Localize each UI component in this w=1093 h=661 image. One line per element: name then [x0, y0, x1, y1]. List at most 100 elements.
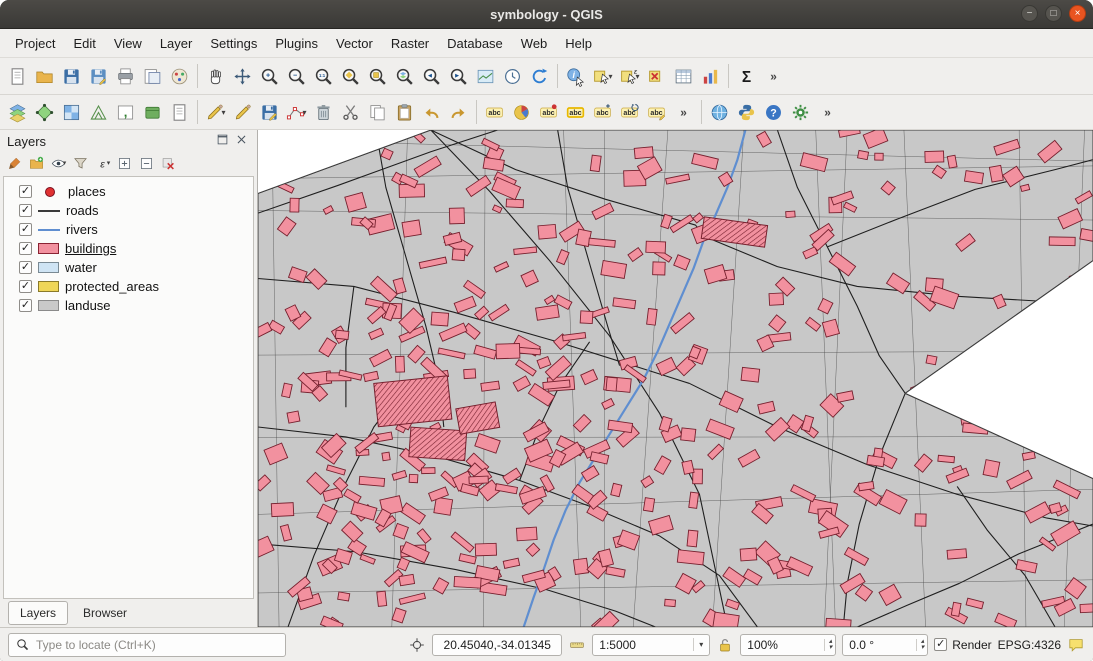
menu-web[interactable]: Web [512, 32, 557, 55]
layer-checkbox[interactable]: ✓ [19, 261, 32, 274]
help-contents-button[interactable]: ? [760, 99, 787, 126]
rotation-spinbox[interactable]: 0.0 ° ▴▾ [842, 634, 928, 656]
show-layout-manager-button[interactable] [139, 63, 166, 90]
spin-steppers[interactable]: ▴▾ [824, 639, 833, 651]
add-raster-layer-button[interactable] [58, 99, 85, 126]
layer-checkbox[interactable]: ✓ [19, 242, 32, 255]
select-features-button[interactable]: ▾ [589, 63, 616, 90]
coordinate-extent-toggle[interactable] [408, 636, 426, 654]
layer-item-places[interactable]: ✓places [4, 182, 253, 201]
toolbar-overflow-button[interactable]: » [760, 63, 787, 90]
chevron-down-icon[interactable]: ▾ [107, 159, 111, 167]
menu-settings[interactable]: Settings [201, 32, 266, 55]
zoom-in-button[interactable]: + [256, 63, 283, 90]
toolbar-overflow-3-button[interactable]: » [814, 99, 841, 126]
manage-map-themes-button[interactable]: ▾ [48, 153, 69, 173]
magnifier-spinbox[interactable]: 100% ▴▾ [740, 634, 836, 656]
undo-button[interactable] [418, 99, 445, 126]
redo-button[interactable] [445, 99, 472, 126]
python-console-button[interactable] [733, 99, 760, 126]
panel-tab-browser[interactable]: Browser [71, 601, 139, 625]
copy-features-button[interactable] [364, 99, 391, 126]
new-shapefile-layer-button[interactable] [166, 99, 193, 126]
new-print-layout-button[interactable] [112, 63, 139, 90]
add-mesh-layer-button[interactable] [85, 99, 112, 126]
layer-checkbox[interactable]: ✓ [19, 185, 32, 198]
open-project-button[interactable] [31, 63, 58, 90]
layer-item-roads[interactable]: ✓roads [4, 201, 253, 220]
layer-item-landuse[interactable]: ✓landuse [4, 296, 253, 315]
open-attribute-table-button[interactable] [670, 63, 697, 90]
current-edits-button[interactable]: ▾ [202, 99, 229, 126]
menu-layer[interactable]: Layer [151, 32, 202, 55]
open-data-source-manager-button[interactable] [4, 99, 31, 126]
zoom-native-button[interactable]: 1:1 [310, 63, 337, 90]
crs-indicator[interactable]: EPSG:4326 [998, 638, 1061, 652]
statistical-summary-button[interactable]: Σ [733, 63, 760, 90]
collapse-all-button[interactable] [136, 153, 157, 173]
cut-features-button[interactable] [337, 99, 364, 126]
paste-features-button[interactable] [391, 99, 418, 126]
close-button[interactable]: × [1069, 5, 1086, 22]
temporal-controller-button[interactable] [499, 63, 526, 90]
zoom-full-button[interactable] [337, 63, 364, 90]
refresh-map-button[interactable] [526, 63, 553, 90]
save-project-as-button[interactable] [85, 63, 112, 90]
filter-legend-button[interactable] [70, 153, 91, 173]
zoom-next-button[interactable]: ▸ [445, 63, 472, 90]
spin-steppers[interactable]: ▴▾ [916, 639, 925, 651]
layer-item-buildings[interactable]: ✓buildings [4, 239, 253, 258]
zoom-to-layer-button[interactable] [391, 63, 418, 90]
menu-help[interactable]: Help [556, 32, 601, 55]
deselect-features-button[interactable] [643, 63, 670, 90]
layer-labeling-button[interactable]: abc [481, 99, 508, 126]
chevron-down-icon[interactable]: ▾ [693, 638, 706, 651]
zoom-out-button[interactable]: − [283, 63, 310, 90]
chevron-down-icon[interactable]: ▾ [302, 108, 306, 117]
map-canvas[interactable] [258, 130, 1093, 627]
pan-map-button[interactable] [202, 63, 229, 90]
change-label-button[interactable]: abc [643, 99, 670, 126]
coordinate-display[interactable]: 20.45040,-34.01345 [432, 634, 562, 656]
remove-layer-button[interactable] [158, 153, 179, 173]
chevron-down-icon[interactable]: ▾ [221, 108, 225, 117]
show-statistics-button[interactable] [697, 63, 724, 90]
layer-item-protected_areas[interactable]: ✓protected_areas [4, 277, 253, 296]
add-vector-layer-button[interactable] [31, 99, 58, 126]
scale-combo[interactable]: 1:5000 ▾ [592, 634, 710, 656]
open-layer-styling-button[interactable] [4, 153, 25, 173]
new-geopackage-layer-button[interactable] [139, 99, 166, 126]
minimize-button[interactable]: − [1021, 5, 1038, 22]
zoom-last-button[interactable]: ◂ [418, 63, 445, 90]
filter-by-expression-button[interactable]: ε▾ [92, 153, 113, 173]
menu-plugins[interactable]: Plugins [266, 32, 327, 55]
close-panel-button[interactable] [235, 133, 250, 148]
expand-all-button[interactable] [114, 153, 135, 173]
float-panel-button[interactable] [216, 133, 231, 148]
maximize-button[interactable]: □ [1045, 5, 1062, 22]
lock-scale-toggle[interactable] [716, 636, 734, 654]
layer-checkbox[interactable]: ✓ [19, 280, 32, 293]
render-toggle[interactable]: ✓ Render [934, 638, 991, 652]
locate-input[interactable] [34, 637, 278, 653]
chevron-down-icon[interactable]: ▾ [63, 159, 67, 167]
rotate-label-button[interactable]: abc [616, 99, 643, 126]
style-manager-button[interactable] [166, 63, 193, 90]
menu-database[interactable]: Database [438, 32, 512, 55]
chevron-down-icon[interactable]: ▾ [608, 72, 612, 81]
new-project-button[interactable] [4, 63, 31, 90]
processing-toolbox-button[interactable] [787, 99, 814, 126]
delete-selected-button[interactable] [310, 99, 337, 126]
menu-raster[interactable]: Raster [382, 32, 438, 55]
locate-bar[interactable] [8, 633, 286, 657]
layer-item-water[interactable]: ✓water [4, 258, 253, 277]
layer-checkbox[interactable]: ✓ [19, 299, 32, 312]
pin-labels-button[interactable]: abc [535, 99, 562, 126]
metasearch-button[interactable] [706, 99, 733, 126]
chevron-down-icon[interactable]: ▾ [635, 72, 639, 81]
menu-project[interactable]: Project [6, 32, 64, 55]
panel-tab-layers[interactable]: Layers [8, 601, 68, 625]
messages-icon[interactable] [1067, 636, 1085, 654]
add-delimited-text-layer-button[interactable]: , [112, 99, 139, 126]
zoom-to-selection-button[interactable] [364, 63, 391, 90]
